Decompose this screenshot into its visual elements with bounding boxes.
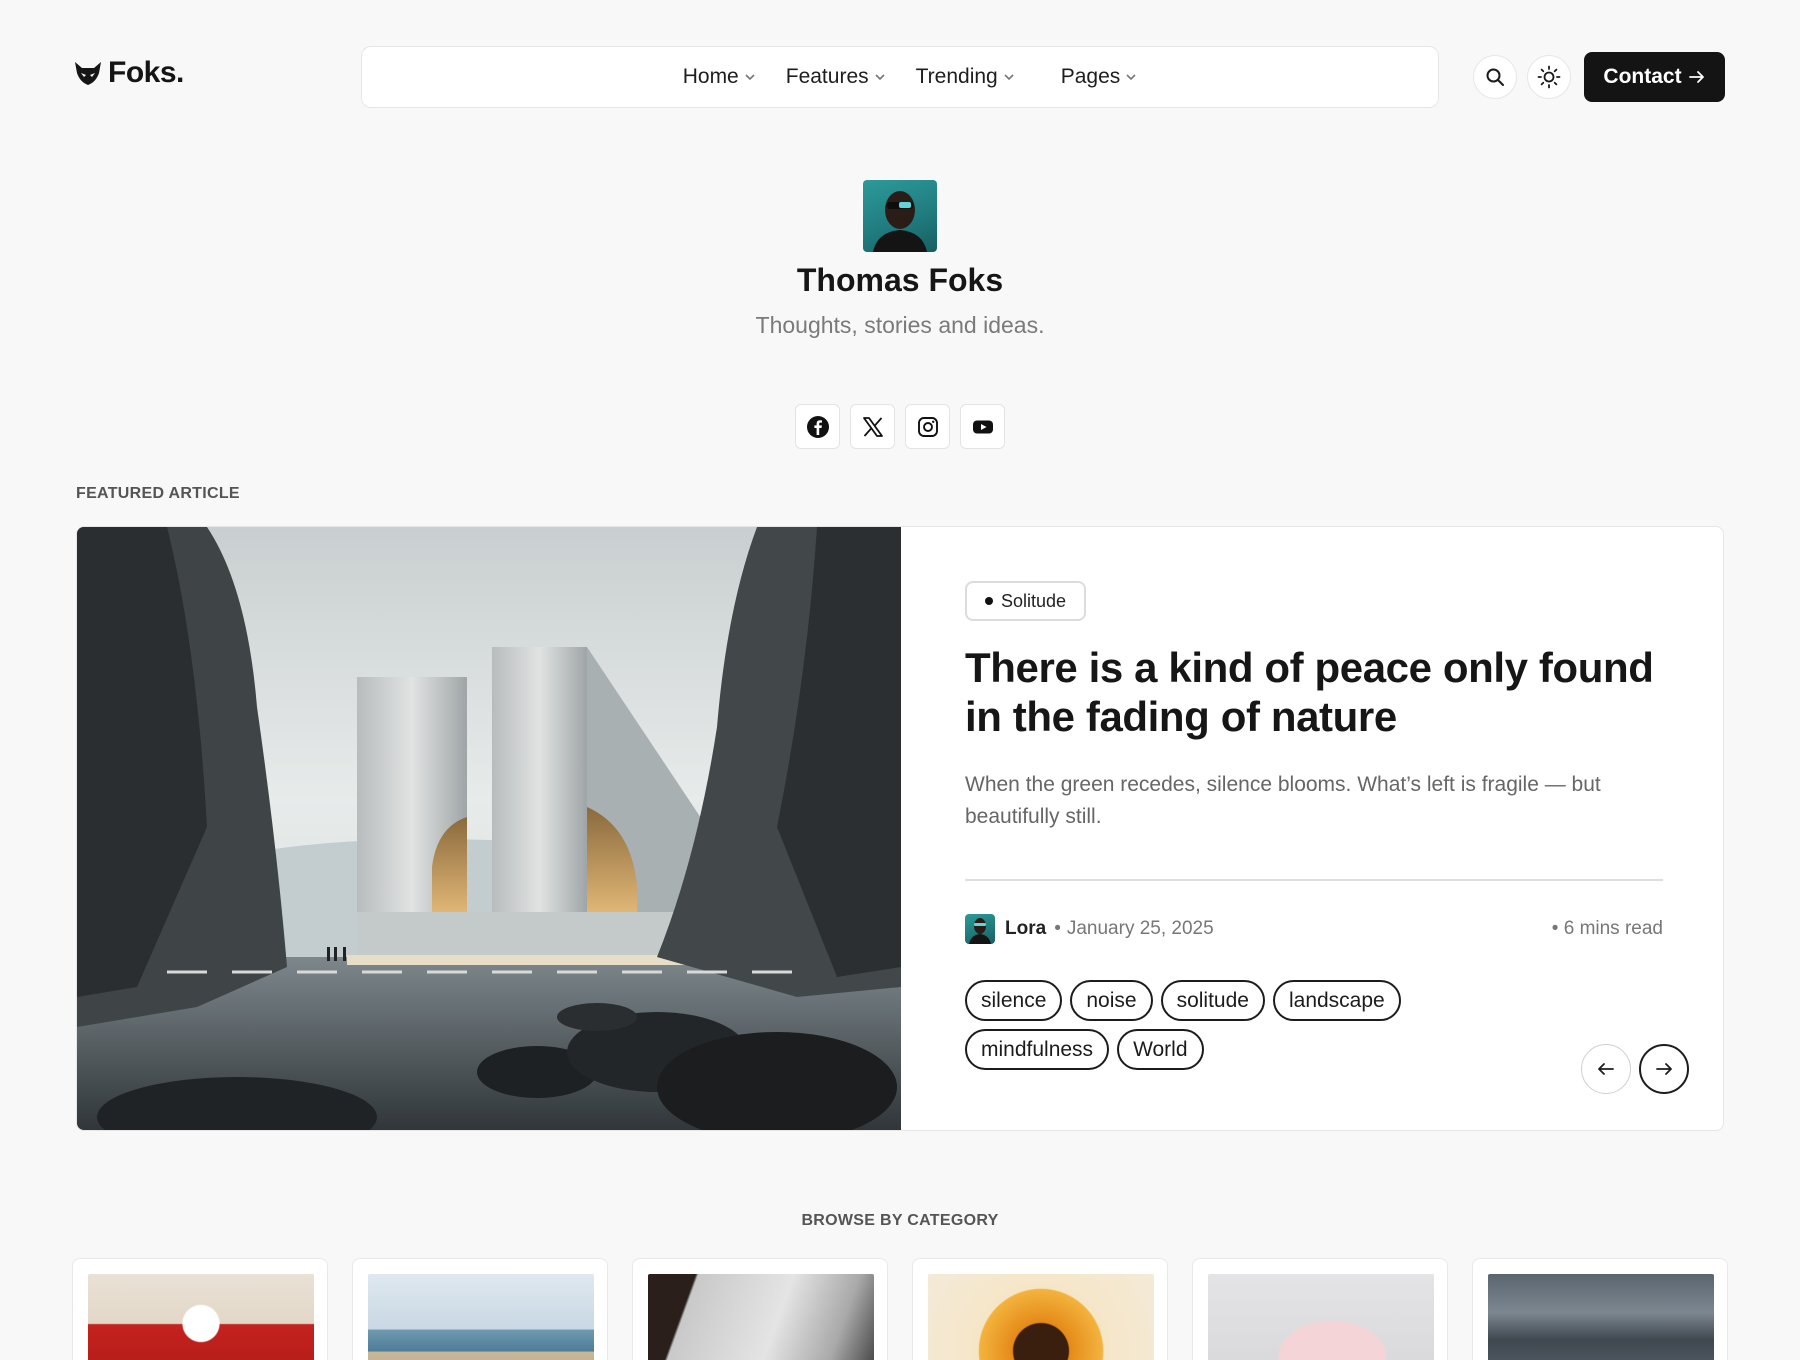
nav-item-trending[interactable]: Trending (916, 65, 1015, 89)
category-card[interactable] (912, 1258, 1168, 1360)
chevron-down-icon (1004, 74, 1014, 81)
brand-name: Foks. (108, 56, 184, 89)
brand-logo[interactable]: Foks. (74, 56, 184, 90)
category-card[interactable] (1192, 1258, 1448, 1360)
featured-article-card[interactable]: Solitude There is a kind of peace only f… (76, 526, 1724, 1131)
tag-noise[interactable]: noise (1070, 980, 1153, 1021)
divider (965, 879, 1663, 881)
category-image (1208, 1274, 1434, 1360)
search-icon (1486, 68, 1504, 86)
featured-section-label: FEATURED ARTICLE (76, 485, 240, 502)
profile-tagline: Thoughts, stories and ideas. (755, 312, 1045, 338)
article-meta: Lora • January 25, 2025 • 6 mins read (965, 914, 1663, 944)
category-image (88, 1274, 314, 1360)
tag-landscape[interactable]: landscape (1272, 980, 1401, 1021)
x-icon (862, 416, 883, 437)
tag-silence[interactable]: silence (965, 980, 1063, 1021)
avatar-portrait (873, 191, 927, 252)
arrow-right-icon (1688, 71, 1704, 83)
nav-item-label: Home (682, 65, 739, 88)
next-article-button[interactable] (1639, 1044, 1689, 1094)
arrow-left-icon (1598, 1063, 1614, 1075)
youtube-link[interactable] (960, 404, 1005, 449)
category-image (928, 1274, 1154, 1360)
nav-item-label: Features (785, 65, 869, 88)
chevron-down-icon (745, 74, 755, 81)
page: Foks. Home Features Trending Pages Conta… (0, 0, 1800, 1360)
nav-item-features[interactable]: Features (786, 65, 886, 89)
author-portrait (969, 918, 991, 944)
nav-item-home[interactable]: Home (683, 65, 756, 89)
author-name[interactable]: Lora (1005, 918, 1046, 940)
facebook-link[interactable] (795, 404, 840, 449)
youtube-icon (972, 420, 993, 433)
tag-world[interactable]: World (1117, 1029, 1204, 1070)
category-badge-label: Solitude (1001, 590, 1067, 611)
read-time-value: 6 mins read (1563, 918, 1663, 939)
publish-date: January 25, 2025 (1066, 918, 1214, 939)
fox-logo-icon (75, 62, 101, 85)
tag-solitude[interactable]: solitude (1160, 980, 1265, 1021)
sun-icon (1537, 65, 1561, 89)
read-time: • 6 mins read (1551, 918, 1663, 939)
category-card[interactable] (72, 1258, 328, 1360)
instagram-icon (917, 416, 938, 437)
contact-button-label: Contact (1603, 65, 1682, 88)
dot-icon (985, 597, 993, 605)
contact-button[interactable]: Contact (1584, 52, 1725, 102)
category-card[interactable] (632, 1258, 888, 1360)
meta-separator: • (1054, 918, 1061, 939)
category-image (368, 1274, 594, 1360)
profile-name: Thomas Foks (796, 262, 1004, 298)
search-button[interactable] (1473, 55, 1517, 99)
author-avatar[interactable] (965, 914, 995, 944)
featured-article-image[interactable] (77, 527, 901, 1130)
category-image (1488, 1274, 1714, 1360)
profile-avatar (863, 180, 937, 252)
category-card[interactable] (352, 1258, 608, 1360)
browse-section-label: BROWSE BY CATEGORY (801, 1212, 999, 1229)
category-image (648, 1274, 874, 1360)
x-link[interactable] (850, 404, 895, 449)
social-links (795, 404, 1005, 449)
main-nav: Home Features Trending Pages (361, 46, 1439, 108)
previous-article-button[interactable] (1581, 1044, 1631, 1094)
category-card[interactable] (1472, 1258, 1728, 1360)
chevron-down-icon (1126, 74, 1136, 81)
featured-article-content: Solitude There is a kind of peace only f… (965, 581, 1665, 833)
instagram-link[interactable] (905, 404, 950, 449)
hero-landscape-image (77, 527, 901, 1130)
featured-article-excerpt: When the green recedes, silence blooms. … (965, 773, 1601, 828)
nav-item-label: Trending (915, 65, 998, 88)
nav-item-label: Pages (1060, 65, 1121, 88)
category-badge[interactable]: Solitude (965, 581, 1087, 621)
nav-item-pages[interactable]: Pages (1061, 65, 1138, 89)
category-list (72, 1258, 1728, 1360)
theme-toggle-button[interactable] (1527, 55, 1571, 99)
featured-article-title[interactable]: There is a kind of peace only found in t… (965, 643, 1665, 741)
tag-list: silence noise solitude landscape mindful… (965, 980, 1485, 1070)
arrow-right-icon (1656, 1063, 1672, 1075)
tag-mindfulness[interactable]: mindfulness (965, 1029, 1110, 1070)
chevron-down-icon (875, 74, 885, 81)
facebook-icon (806, 415, 829, 438)
